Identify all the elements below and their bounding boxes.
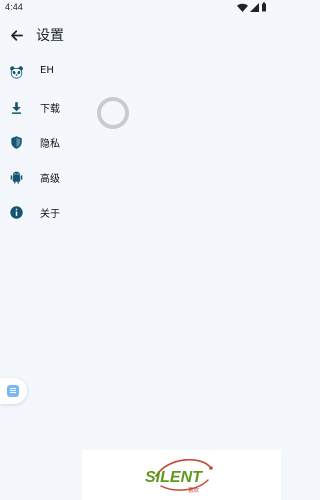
loading-spinner-icon — [97, 97, 129, 129]
menu-item-about[interactable]: 关于 — [0, 196, 82, 231]
floating-note-button[interactable] — [0, 378, 27, 404]
menu-item-privacy[interactable]: 隐私 — [0, 126, 82, 161]
signal-icon — [250, 2, 259, 15]
panda-icon — [9, 65, 24, 80]
svg-text:喜欢: 喜欢 — [188, 486, 200, 494]
menu-label-about: 关于 — [40, 209, 60, 220]
status-bar: 4:44 — [0, 0, 281, 16]
watermark-logo: SILENT 喜欢 — [145, 458, 213, 494]
back-arrow-icon[interactable] — [8, 27, 25, 44]
shield-icon — [9, 135, 24, 150]
settings-menu: EH 下载 隐私 高级 关于 — [0, 56, 82, 231]
menu-label-eh: EH — [40, 65, 54, 76]
menu-item-advanced[interactable]: 高级 — [0, 161, 82, 196]
battery-icon — [261, 2, 267, 15]
status-time: 4:44 — [5, 2, 23, 12]
download-icon — [9, 100, 24, 115]
page-title: 设置 — [36, 28, 64, 44]
status-icons — [237, 2, 267, 15]
wifi-icon — [237, 3, 248, 15]
info-icon — [9, 205, 24, 220]
menu-label-download: 下载 — [40, 104, 60, 115]
menu-label-privacy: 隐私 — [40, 139, 60, 150]
menu-item-download[interactable]: 下载 — [0, 91, 82, 126]
menu-label-advanced: 高级 — [40, 174, 60, 185]
menu-item-eh[interactable]: EH — [0, 56, 82, 91]
svg-text:SILENT: SILENT — [145, 469, 203, 486]
android-icon — [9, 170, 24, 185]
app-bar: 设置 — [0, 20, 281, 50]
settings-screen: 4:44 设置 EH 下载 隐私 高级 关于 SILENT 喜欢 — [0, 0, 281, 500]
watermark: SILENT 喜欢 — [82, 450, 281, 500]
note-icon — [7, 385, 19, 397]
